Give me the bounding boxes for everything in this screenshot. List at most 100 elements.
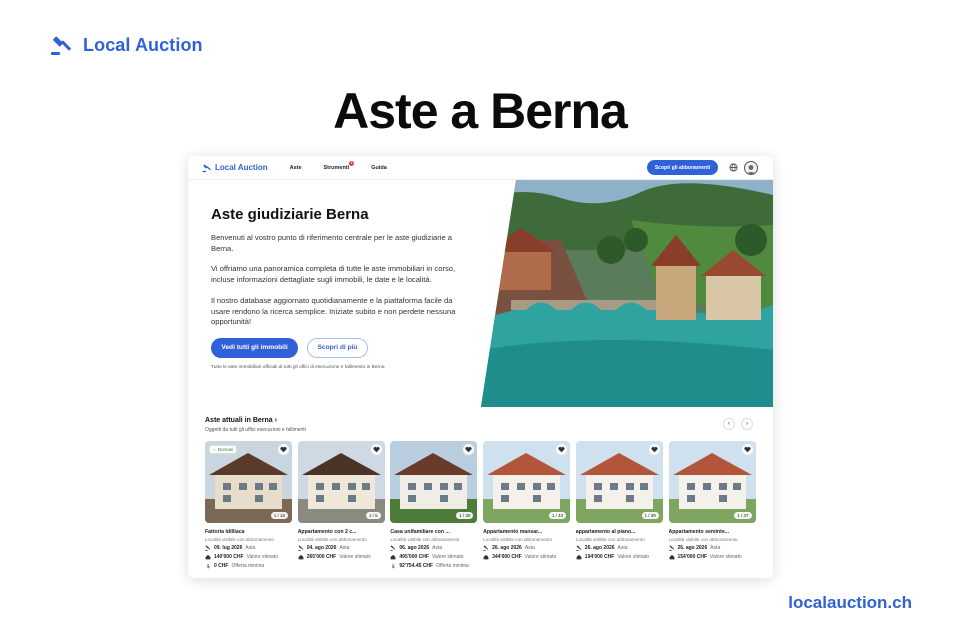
- house-icon: [576, 554, 582, 560]
- favorite-heart-icon[interactable]: [648, 444, 660, 455]
- auction-card[interactable]: ⌂ Domani 1 / 16 Fattoria idilliaca Località …: [205, 441, 292, 569]
- house-icon: [205, 554, 211, 560]
- carousel-prev-button[interactable]: ‹: [723, 418, 735, 430]
- gavel-icon: [390, 545, 396, 551]
- hero-note: Tutte le aste immobiliari ufficiali di t…: [211, 364, 385, 370]
- gavel-icon: [297, 545, 304, 551]
- house-icon: [390, 554, 396, 560]
- property-photo[interactable]: 1 / 39: [575, 441, 663, 523]
- card-title[interactable]: Appartamento con 2 c...: [298, 529, 385, 535]
- estimated-value-label: Valore stimato: [339, 554, 371, 560]
- favorite-heart-icon[interactable]: [370, 444, 382, 455]
- house-icon: [669, 554, 675, 560]
- auction-date: 26. ago 2026 Asta: [668, 545, 756, 551]
- minimum-bid: $0 CHF Offerta minima: [205, 563, 292, 569]
- auction-card[interactable]: 1 / 5 Appartamento con 2 c... Località vis…: [297, 441, 385, 560]
- gavel-icon: [51, 36, 71, 55]
- auction-date-value: 04. ago 2026: [306, 545, 337, 551]
- property-photo[interactable]: ⌂ Domani 1 / 16: [205, 441, 292, 523]
- estimated-value-label: Valore stimato: [617, 554, 649, 560]
- estimated-value-label: Valore stimato: [431, 554, 464, 560]
- user-avatar[interactable]: [744, 161, 758, 175]
- auction-date: 04. ago 2026 Asta: [297, 545, 385, 551]
- gavel-icon: [668, 545, 675, 551]
- card-title[interactable]: Casa unifamiliare con ...: [390, 529, 477, 535]
- estimated-value-label: Valore stimato: [246, 554, 279, 560]
- card-location: Località visibile con abbonamento: [205, 537, 274, 542]
- nav-link-strumenti[interactable]: Strumenti 1: [323, 160, 355, 171]
- current-auctions-subtitle: Oggetti da tutti gli uffici esecuzioni e…: [205, 427, 306, 433]
- learn-more-button[interactable]: Scopri di più: [307, 337, 368, 358]
- estimated-value-value: 344'000 CHF: [492, 554, 522, 560]
- card-location: Località visibile con abbonamento: [297, 537, 367, 542]
- hero-paragraph-1: Benvenuti al vostro punto di riferimento…: [211, 233, 453, 253]
- auction-date: 06. ago 2026 Asta: [390, 545, 477, 551]
- estimated-value: 140'000 CHF Valore stimato: [205, 554, 292, 560]
- site-logo[interactable]: Local Auction: [202, 163, 268, 173]
- minimum-bid-label: Offerta minima: [231, 563, 265, 569]
- minimum-bid-value: 0 CHF: [214, 563, 229, 569]
- card-title[interactable]: Fattoria idilliaca: [205, 529, 292, 535]
- brand-logo[interactable]: Local Auction: [50, 33, 203, 57]
- view-all-properties-button[interactable]: Vedi tutti gli immobili: [211, 337, 298, 358]
- estimated-value-label: Valore stimato: [710, 554, 742, 560]
- subscriptions-button[interactable]: Scopri gli abbonamenti: [647, 160, 718, 175]
- card-location: Località visibile con abbonamento: [668, 537, 738, 542]
- auction-date: 26. ago 2026 Asta: [576, 545, 663, 551]
- card-title[interactable]: Appartamento seminte...: [669, 529, 756, 535]
- estimated-value-value: 495'000 CHF: [399, 554, 429, 560]
- property-photo[interactable]: 1 / 37: [668, 441, 756, 523]
- carousel-next-button[interactable]: ›: [741, 418, 753, 430]
- minimum-bid: $92'754.45 CHF Offerta minima: [390, 563, 477, 569]
- auction-date-value: 09. lug 2026: [214, 545, 243, 551]
- photo-count: 1 / 16: [270, 512, 288, 519]
- photo-count: 1 / 43: [548, 512, 567, 519]
- favorite-heart-icon[interactable]: [741, 444, 753, 455]
- card-title[interactable]: Appartamento mansar...: [483, 529, 570, 535]
- nav-link-strumenti-label: Strumenti: [323, 164, 350, 171]
- photo-count: 1 / 30: [456, 512, 474, 519]
- auction-cards: ⌂ Domani 1 / 16 Fattoria idilliaca Località …: [205, 441, 761, 571]
- dollar-icon: $: [205, 563, 211, 569]
- hero-paragraph-2: Vi offriamo una panoramica completa di t…: [211, 264, 456, 285]
- favorite-heart-icon[interactable]: [278, 444, 289, 455]
- chevron-left-icon: ‹: [728, 421, 730, 427]
- estimated-value: 194'000 CHF Valore stimato: [576, 554, 663, 560]
- auction-date: 09. lug 2026 Asta: [205, 545, 292, 551]
- current-auctions-heading[interactable]: Aste attuali in Berna ›: [205, 417, 277, 424]
- auction-card[interactable]: 1 / 30 Casa unifamiliare con ... Località …: [390, 441, 478, 569]
- auction-date-label: Asta: [432, 545, 443, 551]
- estimated-value: 154'000 CHF Valore stimato: [669, 554, 756, 560]
- auction-date-value: 26. ago 2026: [492, 545, 522, 551]
- auction-date-label: Asta: [524, 545, 535, 551]
- auction-card[interactable]: 1 / 37 Appartamento seminte... Località vi…: [668, 441, 756, 560]
- card-title[interactable]: appartamento al piano...: [576, 529, 663, 535]
- property-photo[interactable]: 1 / 30: [390, 441, 478, 523]
- auction-card[interactable]: 1 / 43 Appartamento mansar... Località vis…: [483, 441, 571, 560]
- chevron-right-icon: ›: [746, 421, 748, 427]
- globe-icon[interactable]: [729, 163, 738, 172]
- auction-date-label: Asta: [245, 545, 256, 551]
- nav-link-aste[interactable]: Aste: [290, 165, 302, 171]
- auction-date: 26. ago 2026 Asta: [483, 545, 570, 551]
- auction-date-value: 06. ago 2026: [399, 545, 430, 551]
- house-icon: [483, 554, 489, 560]
- gavel-icon: [483, 545, 489, 551]
- photo-count: 1 / 37: [734, 512, 752, 519]
- auction-card[interactable]: 1 / 39 appartamento al piano... Località v…: [575, 441, 663, 560]
- auction-date-label: Asta: [617, 545, 628, 551]
- auction-date-label: Asta: [710, 545, 721, 551]
- property-photo[interactable]: 1 / 5: [297, 441, 385, 523]
- property-photo[interactable]: 1 / 43: [483, 441, 571, 523]
- auction-date-label: Asta: [339, 545, 350, 551]
- nav-link-guida[interactable]: Guida: [371, 165, 387, 171]
- minimum-bid-label: Offerta minima: [436, 563, 469, 569]
- card-location: Località visibile con abbonamento: [575, 537, 645, 542]
- footer-url[interactable]: localauction.ch: [788, 593, 912, 613]
- user-icon: [746, 165, 756, 174]
- estimated-value: 344'000 CHF Valore stimato: [483, 554, 570, 560]
- minimum-bid-value: 92'754.45 CHF: [399, 563, 434, 569]
- brand-name: Local Auction: [83, 34, 203, 55]
- estimated-value-label: Valore stimato: [524, 554, 557, 560]
- gavel-icon: [576, 545, 582, 551]
